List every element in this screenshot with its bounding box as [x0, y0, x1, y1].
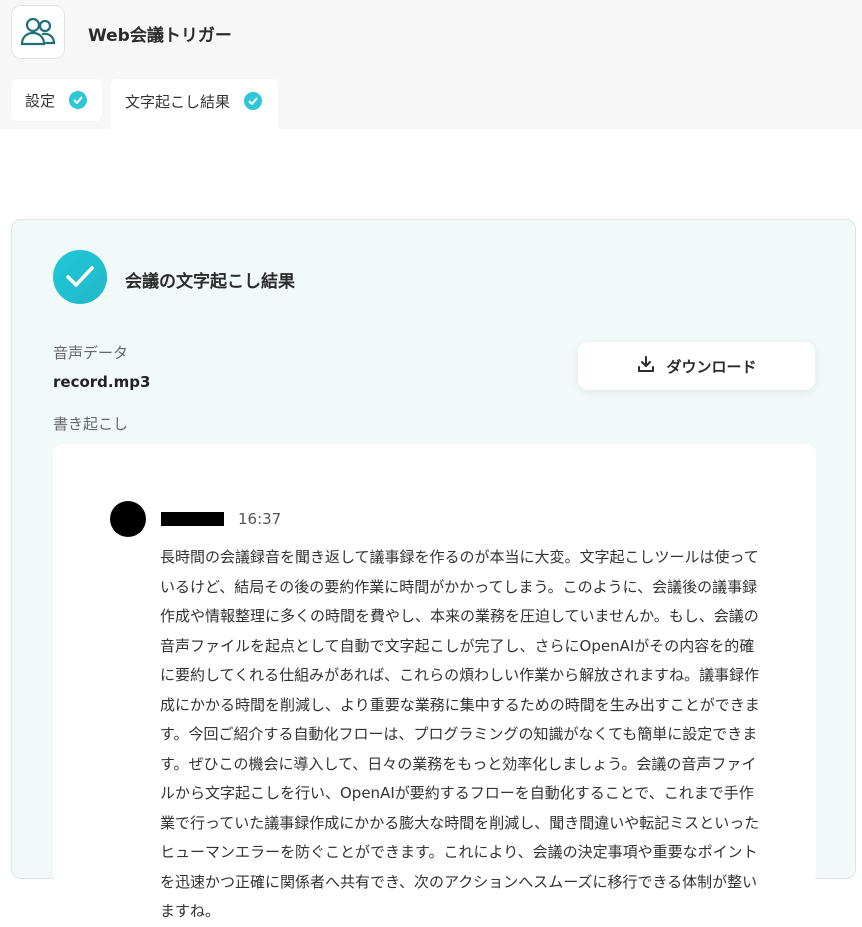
tab-settings-label: 設定: [25, 91, 56, 110]
users-icon: [11, 5, 65, 59]
tab-transcription-result-label: 文字起こし結果: [125, 92, 231, 111]
speaker-name-redacted: [161, 512, 224, 526]
check-circle-icon: [69, 91, 88, 109]
transcript-text: 長時間の会議録音を聞き返して議事録を作るのが本当に大変。文字起こしツールは使って…: [160, 548, 760, 920]
audio-data-label: 音声データ: [53, 344, 129, 362]
tab-settings[interactable]: 設定: [11, 79, 102, 121]
transcript-label: 書き起こし: [53, 415, 129, 433]
app-title: Web会議トリガー: [88, 26, 232, 46]
download-button-label: ダウンロード: [666, 357, 757, 376]
result-title: 会議の文字起こし結果: [125, 272, 295, 292]
result-card: 会議の文字起こし結果 音声データ record.mp3 書き起こし ダウンロード…: [11, 219, 856, 920]
download-icon: [636, 354, 656, 378]
tab-transcription-result[interactable]: 文字起こし結果: [111, 79, 278, 129]
audio-filename: record.mp3: [53, 373, 151, 391]
check-circle-icon: [244, 92, 263, 110]
speaker-avatar: [110, 501, 146, 537]
top-bar: Web会議トリガー 設定 文字起こし結果: [0, 0, 862, 129]
success-check-icon: [53, 250, 107, 304]
transcript-box: 16:37 長時間の会議録音を聞き返して議事録を作るのが本当に大変。文字起こしツ…: [53, 444, 816, 920]
message-timestamp: 16:37: [238, 510, 282, 528]
download-button[interactable]: ダウンロード: [578, 342, 815, 390]
